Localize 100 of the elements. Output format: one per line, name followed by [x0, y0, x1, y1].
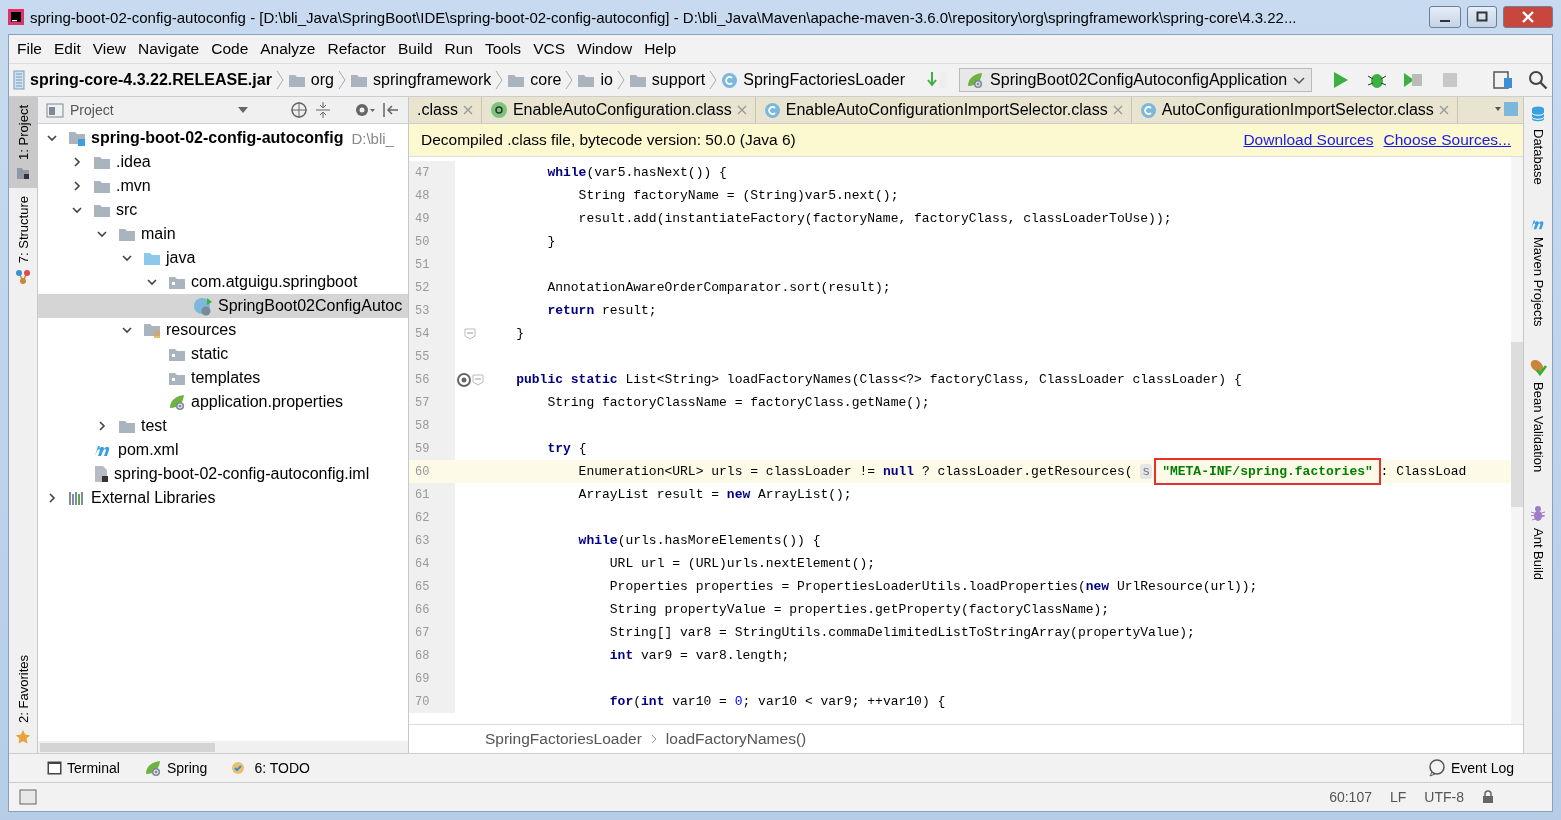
- editor-tab[interactable]: EnableAutoConfiguration.class: [481, 97, 756, 123]
- fold-marker-icon[interactable]: [464, 327, 476, 340]
- breadcrumb-item[interactable]: SpringFactoriesLoader: [721, 71, 906, 89]
- tree-row[interactable]: main: [38, 222, 408, 246]
- project-structure-icon[interactable]: [1492, 70, 1514, 90]
- breadcrumb-item[interactable]: io: [577, 71, 613, 89]
- scrollbar-thumb[interactable]: [1511, 342, 1523, 507]
- tree-row[interactable]: .idea: [38, 150, 408, 174]
- menu-item[interactable]: Refactor: [321, 40, 393, 58]
- collapse-chevron-icon[interactable]: [121, 324, 133, 336]
- event-log-button[interactable]: Event Log: [1427, 759, 1514, 777]
- editor-tab[interactable]: AutoConfigurationImportSelector.class: [1131, 97, 1458, 123]
- tool-window-tab[interactable]: 2: Favorites: [9, 647, 37, 753]
- fold-marker-icon[interactable]: [472, 373, 484, 386]
- tool-window-button[interactable]: 6: TODO: [231, 760, 310, 776]
- tree-row[interactable]: External Libraries: [38, 486, 408, 510]
- tool-window-button[interactable]: Spring: [143, 759, 208, 777]
- tool-window-tab[interactable]: 1: Project: [9, 97, 37, 188]
- menu-item[interactable]: View: [86, 40, 133, 58]
- expand-chevron-icon[interactable]: [71, 180, 83, 192]
- menu-item[interactable]: Code: [205, 40, 255, 58]
- tree-row[interactable]: spring-boot-02-config-autoconfig D:\bli_: [38, 126, 408, 150]
- notice-link[interactable]: Download Sources: [1243, 131, 1374, 149]
- settings-icon[interactable]: [354, 101, 376, 119]
- tree-row[interactable]: java: [38, 246, 408, 270]
- file-encoding[interactable]: UTF-8: [1424, 789, 1464, 805]
- menu-item[interactable]: Run: [438, 40, 479, 58]
- minimize-button[interactable]: [1429, 6, 1461, 28]
- expand-chevron-icon[interactable]: [71, 156, 83, 168]
- tool-window-tab[interactable]: Database: [1524, 97, 1552, 193]
- tool-window-tab[interactable]: Bean Validation: [1524, 334, 1552, 481]
- notice-link[interactable]: Choose Sources...: [1383, 131, 1511, 149]
- breadcrumb-item[interactable]: springframework: [350, 71, 492, 89]
- code-line: ArrayList result = new ArrayList();: [577, 487, 852, 502]
- maximize-button[interactable]: [1467, 6, 1497, 28]
- run-configuration-dropdown[interactable]: SpringBoot02ConfigAutoconfigApplication: [959, 68, 1313, 92]
- tool-window-tab[interactable]: Maven Projects: [1524, 192, 1552, 335]
- annotation-frame: "META-INF/spring.factories": [1154, 458, 1381, 485]
- expand-chevron-icon[interactable]: [46, 492, 58, 504]
- menu-item[interactable]: Build: [392, 40, 439, 58]
- tree-row[interactable]: com.atguigu.springboot: [38, 270, 408, 294]
- spring-leaf-icon: [143, 759, 162, 777]
- collapse-chevron-icon[interactable]: [121, 252, 133, 264]
- tool-window-label: Bean Validation: [1530, 382, 1546, 473]
- tree-row[interactable]: SpringBoot02ConfigAutoc: [38, 294, 408, 318]
- line-number: 65: [409, 575, 455, 598]
- collapse-chevron-icon[interactable]: [46, 132, 58, 144]
- collapse-chevron-icon[interactable]: [146, 276, 158, 288]
- code-line: while(var5.hasNext()) {: [546, 165, 727, 180]
- editor-tab[interactable]: EnableAutoConfigurationImportSelector.class: [755, 97, 1132, 123]
- code-line: try {: [546, 441, 587, 456]
- hide-panel-icon[interactable]: [382, 101, 400, 119]
- breadcrumb-item[interactable]: spring-core-4.3.22.RELEASE.jar: [13, 70, 272, 90]
- breadcrumb-item[interactable]: loadFactoryNames(): [665, 730, 807, 748]
- tree-row[interactable]: src: [38, 198, 408, 222]
- line-number: 50: [409, 230, 455, 253]
- breadcrumb-item[interactable]: SpringFactoriesLoader: [485, 730, 642, 748]
- editor-tab[interactable]: .class: [409, 97, 482, 123]
- tree-row[interactable]: .mvn: [38, 174, 408, 198]
- expand-chevron-icon[interactable]: [96, 420, 108, 432]
- code-line: AnnotationAwareOrderComparator.sort(result);: [546, 280, 891, 295]
- caret-position[interactable]: 60:107: [1329, 789, 1372, 805]
- panel-toggle-icon[interactable]: [19, 789, 37, 805]
- collapse-chevron-icon[interactable]: [96, 228, 108, 240]
- scrollbar-thumb[interactable]: [40, 742, 215, 752]
- tool-window-tab[interactable]: Ant Build: [1524, 480, 1552, 589]
- line-number: 66: [409, 598, 455, 621]
- locate-target-icon[interactable]: [290, 101, 308, 119]
- menu-item[interactable]: Edit: [48, 40, 87, 58]
- collapse-chevron-icon[interactable]: [71, 204, 83, 216]
- close-button[interactable]: [1503, 6, 1553, 28]
- tree-row[interactable]: templates: [38, 366, 408, 390]
- tree-row[interactable]: spring-boot-02-config-autoconfig.iml: [38, 462, 408, 486]
- tree-row[interactable]: resources: [38, 318, 408, 342]
- tool-window-tab[interactable]: 7: Structure: [9, 187, 37, 294]
- tree-row[interactable]: test: [38, 414, 408, 438]
- breadcrumb-item[interactable]: org: [287, 71, 334, 89]
- collapse-all-icon[interactable]: [314, 101, 332, 119]
- lock-icon[interactable]: [1482, 790, 1494, 804]
- menu-item[interactable]: File: [11, 40, 48, 58]
- menu-item[interactable]: Analyze: [254, 40, 322, 58]
- tree-row[interactable]: pom.xml: [38, 438, 408, 462]
- caret-icon[interactable]: [238, 106, 248, 114]
- menu-item[interactable]: Tools: [478, 40, 528, 58]
- search-icon[interactable]: [1528, 70, 1548, 90]
- folder-icon: [350, 72, 368, 88]
- breadcrumb-item[interactable]: core: [507, 71, 562, 89]
- menu-item[interactable]: Help: [638, 40, 683, 58]
- folder-icon: [118, 226, 136, 242]
- package-icon: [168, 370, 186, 386]
- menu-item[interactable]: Navigate: [132, 40, 206, 58]
- menu-item[interactable]: VCS: [527, 40, 571, 58]
- tree-row[interactable]: static: [38, 342, 408, 366]
- tree-item-label: test: [141, 417, 167, 435]
- tree-row[interactable]: application.properties: [38, 390, 408, 414]
- menu-item[interactable]: Window: [571, 40, 639, 58]
- breadcrumb-item[interactable]: support: [628, 71, 706, 89]
- line-separator[interactable]: LF: [1390, 789, 1407, 805]
- tool-window-button[interactable]: Terminal: [47, 760, 120, 776]
- line-number: 62: [409, 506, 455, 529]
